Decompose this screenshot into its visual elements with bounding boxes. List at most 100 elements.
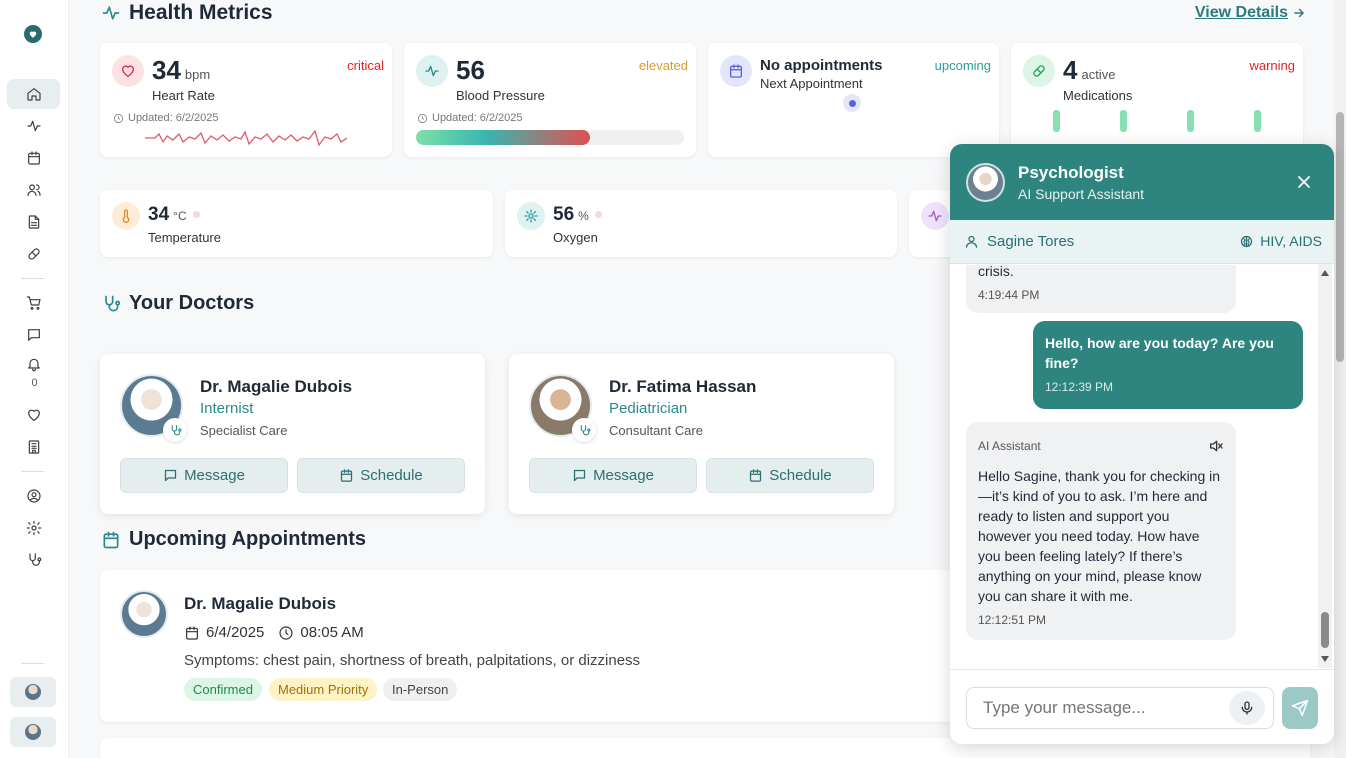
medications-value: 4 active	[1063, 55, 1116, 85]
chat-subtitle: AI Support Assistant	[1018, 186, 1145, 202]
doctor-card[interactable]: Dr. Magalie Dubois Internist Specialist …	[100, 354, 485, 514]
type-badge: In-Person	[383, 678, 458, 701]
sidebar: 0	[0, 0, 69, 758]
assistant-message: crisis. 4:19:44 PM	[966, 265, 1236, 313]
pill-icon	[1023, 55, 1055, 87]
cart-icon[interactable]	[7, 288, 60, 318]
doctor-care: Consultant Care	[609, 423, 703, 438]
medication-bar	[1254, 110, 1261, 132]
doctors-section-title: Your Doctors	[101, 292, 254, 315]
profile-icon[interactable]	[7, 481, 60, 511]
send-button[interactable]	[1282, 687, 1318, 729]
health-metrics-title: Health Metrics	[101, 1, 273, 25]
heart-rate-value: 34 bpm	[152, 55, 211, 85]
notification-count: 0	[31, 377, 38, 389]
oxygen-icon	[517, 202, 545, 230]
mute-icon[interactable]	[1208, 438, 1224, 454]
doctor-care: Specialist Care	[200, 423, 288, 438]
heart-rate-label: Heart Rate	[152, 88, 215, 103]
chat-icon[interactable]	[7, 320, 60, 350]
brain-icon	[1241, 235, 1253, 247]
chat-footer	[950, 669, 1334, 744]
hospital-icon[interactable]	[7, 432, 60, 462]
blood-pressure-card[interactable]: 56 Blood Pressure elevated Updated: 6/2/…	[404, 43, 696, 157]
chat-panel: Psychologist AI Support Assistant Sagine…	[950, 144, 1334, 744]
activity-icon	[416, 55, 448, 87]
microphone-icon	[1241, 701, 1253, 715]
stethoscope-icon	[105, 295, 121, 311]
page-scroll-thumb[interactable]	[1336, 112, 1344, 362]
send-icon	[1291, 699, 1309, 717]
message-text: Hello Sagine, thank you for checking in—…	[978, 468, 1221, 604]
scroll-down-arrow[interactable]	[1321, 656, 1329, 662]
chat-scrollbar[interactable]	[1318, 264, 1332, 668]
user-message: Hello, how are you today? Are you fine? …	[1033, 321, 1303, 409]
medication-bar	[1120, 110, 1127, 132]
doctor-specialty: Pediatrician	[609, 400, 688, 417]
calendar-icon[interactable]	[7, 143, 60, 173]
oxygen-card[interactable]: 56% Oxygen	[505, 190, 897, 257]
activity-icon[interactable]	[7, 111, 60, 141]
heart-icon	[112, 55, 144, 87]
view-details-link[interactable]: View Details	[1195, 4, 1306, 22]
chat-header: Psychologist AI Support Assistant	[950, 144, 1334, 220]
heart-rate-sparkline	[145, 129, 347, 147]
avatar	[966, 163, 1005, 202]
avatar[interactable]	[10, 717, 56, 747]
stethoscope-icon	[163, 418, 187, 442]
updated-timestamp: Updated: 6/2/2025	[113, 112, 219, 124]
appointment-datetime: 6/4/2025 08:05 AM	[184, 624, 364, 641]
sidebar-divider	[21, 278, 44, 279]
medication-bar	[1053, 110, 1060, 132]
chat-title: Psychologist	[1018, 163, 1124, 182]
settings-icon[interactable]	[7, 513, 60, 543]
close-icon[interactable]	[1294, 172, 1314, 192]
message-button[interactable]: Message	[529, 458, 697, 493]
clock-icon	[113, 113, 124, 123]
appointments-section-title: Upcoming Appointments	[101, 528, 366, 551]
calendar-icon	[186, 625, 198, 640]
chat-scroll-thumb[interactable]	[1321, 612, 1329, 648]
medications-label: Medications	[1063, 88, 1133, 103]
document-icon[interactable]	[7, 207, 60, 237]
schedule-button[interactable]: Schedule	[706, 458, 874, 493]
temperature-card[interactable]: 34 °C Temperature	[100, 190, 493, 257]
clock-icon	[279, 625, 293, 640]
page-scrollbar[interactable]	[1334, 0, 1346, 758]
appointment-symptoms: Symptoms: chest pain, shortness of breat…	[184, 652, 641, 669]
calendar-icon	[750, 469, 762, 482]
message-button[interactable]: Message	[120, 458, 288, 493]
schedule-button[interactable]: Schedule	[297, 458, 465, 493]
message-input[interactable]	[966, 687, 1274, 729]
chat-messages: crisis. 4:19:44 PM Hello, how are you to…	[950, 265, 1334, 669]
microphone-button[interactable]	[1229, 691, 1265, 725]
next-appointment-card[interactable]: No appointments Next Appointment upcomin…	[708, 43, 999, 157]
app-logo-icon[interactable]	[24, 25, 42, 43]
patient-conditions: HIV, AIDS	[1239, 233, 1322, 249]
doctor-name: Dr. Fatima Hassan	[609, 377, 757, 396]
pill-icon[interactable]	[7, 239, 60, 269]
page-title: Health Metrics	[129, 1, 273, 24]
home-icon[interactable]	[7, 79, 60, 109]
arrow-right-icon	[1294, 8, 1305, 18]
medications-card[interactable]: 4 active Medications warning	[1011, 43, 1303, 157]
users-icon[interactable]	[7, 175, 60, 205]
priority-badge: Medium Priority	[269, 678, 378, 701]
medication-bar	[1187, 110, 1194, 132]
avatar[interactable]	[10, 677, 56, 707]
message-sender: AI Assistant	[978, 439, 1041, 453]
updated-timestamp: Updated: 6/2/2025	[417, 112, 523, 124]
sidebar-divider	[21, 663, 44, 664]
appointment-date: 6/4/2025	[206, 624, 265, 641]
heart-icon[interactable]	[7, 400, 60, 430]
doctor-card[interactable]: Dr. Fatima Hassan Pediatrician Consultan…	[509, 354, 894, 514]
temperature-value: 34 °C	[148, 204, 200, 226]
bell-icon[interactable]	[7, 352, 60, 376]
stethoscope-icon[interactable]	[7, 545, 60, 575]
calendar-icon	[720, 55, 752, 87]
temperature-label: Temperature	[148, 230, 221, 245]
message-icon	[573, 469, 586, 482]
thermometer-icon	[112, 202, 140, 230]
scroll-up-arrow[interactable]	[1321, 270, 1329, 276]
heart-rate-card[interactable]: 34 bpm Heart Rate critical Updated: 6/2/2…	[100, 43, 392, 157]
